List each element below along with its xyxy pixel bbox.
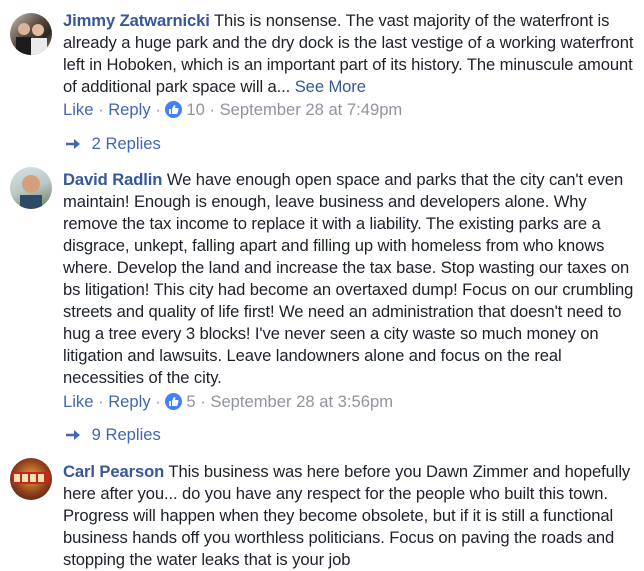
like-reaction-icon[interactable] <box>165 101 183 118</box>
comment-author[interactable]: Jimmy Zatwarnicki <box>63 11 210 30</box>
comment-text: We have enough open space and parks that… <box>63 170 634 387</box>
comment-timestamp[interactable]: September 28 at 3:56pm <box>210 392 393 411</box>
comment-author[interactable]: Carl Pearson <box>63 462 164 481</box>
see-more-link[interactable]: See More <box>295 77 366 96</box>
comment-author[interactable]: David Radlin <box>63 170 162 189</box>
comment-actions: Like · Reply · 5 · September 28 at 3:56p… <box>63 392 394 411</box>
view-replies-link[interactable]: 2 Replies <box>63 133 161 155</box>
like-link[interactable]: Like <box>63 392 93 411</box>
like-reaction-icon[interactable] <box>165 393 183 410</box>
avatar[interactable] <box>10 13 52 55</box>
comment-timestamp[interactable]: September 28 at 7:49pm <box>220 100 403 119</box>
reaction-count[interactable]: 10 <box>186 100 204 119</box>
profile-photo-icon <box>12 472 50 484</box>
view-replies-link[interactable]: 9 Replies <box>63 424 161 446</box>
reaction-count[interactable]: 5 <box>186 392 195 411</box>
profile-photo-icon <box>20 175 42 209</box>
replies-count-label[interactable]: 9 Replies <box>92 425 161 444</box>
comment-actions: Like · Reply · 10 · September 28 at 7:49… <box>63 100 403 119</box>
avatar[interactable] <box>10 167 52 209</box>
profile-photo-icon <box>16 23 47 55</box>
reply-arrow-icon <box>66 430 80 440</box>
reply-arrow-icon <box>66 139 80 149</box>
replies-count-label[interactable]: 2 Replies <box>92 134 161 153</box>
reply-link[interactable]: Reply <box>108 392 150 411</box>
like-link[interactable]: Like <box>63 100 93 119</box>
reply-link[interactable]: Reply <box>108 100 150 119</box>
avatar[interactable] <box>10 458 52 500</box>
